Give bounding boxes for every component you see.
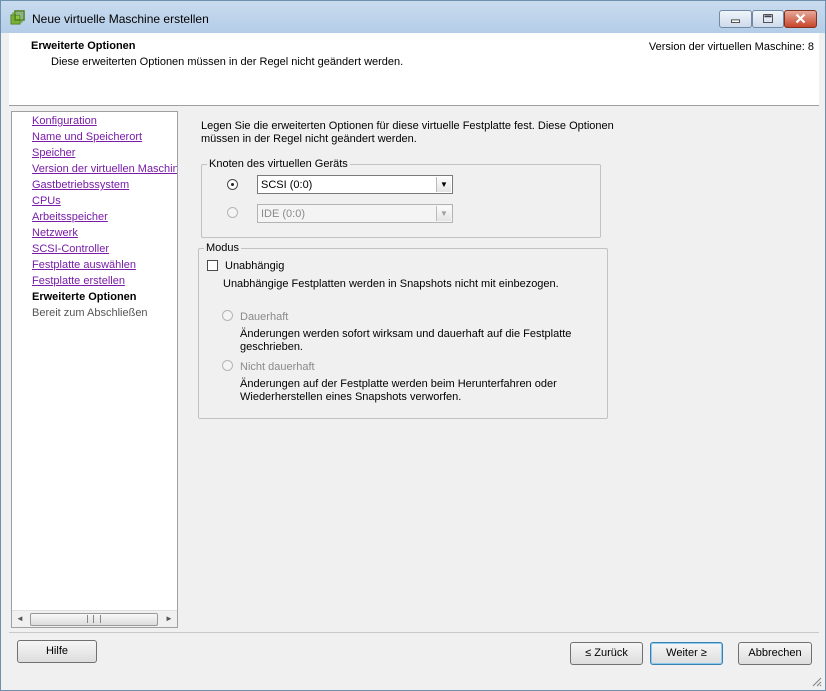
wizard-window: Neue virtuelle Maschine erstellen Erweit…	[0, 0, 826, 691]
independent-checkbox[interactable]	[207, 260, 218, 271]
nav-item-festplatte-erstellen[interactable]: Festplatte erstellen	[32, 275, 125, 287]
intro-text: Legen Sie die erweiterten Optionen für d…	[201, 120, 614, 145]
nav-item-bereit: Bereit zum Abschließen	[32, 307, 148, 319]
minimize-icon	[731, 19, 740, 23]
scroll-left-icon[interactable]: ◄	[12, 611, 28, 627]
nav-item-scsi-controller[interactable]: SCSI-Controller	[32, 243, 109, 255]
nav-item-vm-version[interactable]: Version der virtuellen Maschine	[32, 163, 177, 175]
independent-label[interactable]: Unabhängig	[225, 260, 284, 272]
wizard-step-nav: Konfiguration Name und Speicherort Speic…	[11, 111, 178, 628]
nav-item-erweiterte-optionen: Erweiterte Optionen	[32, 291, 137, 303]
nav-item-gastbetriebssystem[interactable]: Gastbetriebssystem	[32, 179, 129, 191]
nav-item-konfiguration[interactable]: Konfiguration	[32, 115, 97, 127]
scsi-node-value: SCSI (0:0)	[261, 179, 313, 191]
mode-legend: Modus	[206, 242, 240, 254]
scsi-node-select[interactable]: SCSI (0:0) ▼	[257, 175, 453, 194]
close-icon	[795, 13, 806, 24]
vm-icon	[10, 10, 25, 25]
footer-divider	[9, 632, 819, 633]
scsi-radio[interactable]	[227, 179, 238, 190]
scroll-right-icon[interactable]: ►	[161, 611, 177, 627]
nav-item-cpus[interactable]: CPUs	[32, 195, 61, 207]
nav-item-arbeitsspeicher[interactable]: Arbeitsspeicher	[32, 211, 108, 223]
maximize-icon	[763, 14, 773, 23]
cancel-button[interactable]: Abbrechen	[738, 642, 812, 665]
nav-item-festplatte-auswaehlen[interactable]: Festplatte auswählen	[32, 259, 136, 271]
chevron-down-icon: ▼	[436, 177, 451, 192]
scroll-thumb[interactable]	[30, 613, 158, 626]
nav-horizontal-scrollbar[interactable]: ◄ ►	[12, 610, 177, 627]
nav-item-netzwerk[interactable]: Netzwerk	[32, 227, 78, 239]
chevron-down-icon: ▼	[436, 206, 451, 221]
nav-item-name-speicherort[interactable]: Name und Speicherort	[32, 131, 142, 143]
main-content: Legen Sie die erweiterten Optionen für d…	[179, 111, 819, 628]
window-title: Neue virtuelle Maschine erstellen	[32, 12, 209, 26]
ide-node-select[interactable]: IDE (0:0) ▼	[257, 204, 453, 223]
nonpersistent-radio[interactable]	[222, 360, 233, 371]
nonpersistent-description: Änderungen auf der Festplatte werden bei…	[240, 378, 557, 403]
independent-description: Unabhängige Festplatten werden in Snapsh…	[223, 278, 559, 290]
persistent-description: Änderungen werden sofort wirksam und dau…	[240, 328, 572, 353]
ide-node-value: IDE (0:0)	[261, 208, 306, 220]
persistent-radio[interactable]	[222, 310, 233, 321]
back-button[interactable]: ≤ Zurück	[570, 642, 643, 665]
ide-radio[interactable]	[227, 207, 238, 218]
persistent-label[interactable]: Dauerhaft	[240, 311, 288, 323]
nonpersistent-label[interactable]: Nicht dauerhaft	[240, 361, 315, 373]
maximize-button[interactable]	[752, 10, 784, 28]
vm-version-label: Version der virtuellen Maschine: 8	[648, 41, 814, 53]
device-node-legend: Knoten des virtuellen Geräts	[209, 158, 348, 170]
resize-grip-icon[interactable]	[810, 675, 822, 687]
radio-selected-dot	[231, 183, 234, 186]
grip-icon	[87, 615, 101, 623]
page-title: Erweiterte Optionen	[31, 40, 136, 52]
close-button[interactable]	[784, 10, 817, 28]
next-button[interactable]: Weiter ≥	[650, 642, 723, 665]
device-node-group: Knoten des virtuellen Geräts	[201, 158, 601, 238]
help-button[interactable]: Hilfe	[17, 640, 97, 663]
page-subtitle: Diese erweiterten Optionen müssen in der…	[51, 56, 404, 68]
minimize-button[interactable]	[719, 10, 752, 28]
wizard-header: Erweiterte Optionen Diese erweiterten Op…	[9, 33, 819, 106]
nav-item-speicher[interactable]: Speicher	[32, 147, 75, 159]
title-bar[interactable]: Neue virtuelle Maschine erstellen	[1, 1, 825, 33]
